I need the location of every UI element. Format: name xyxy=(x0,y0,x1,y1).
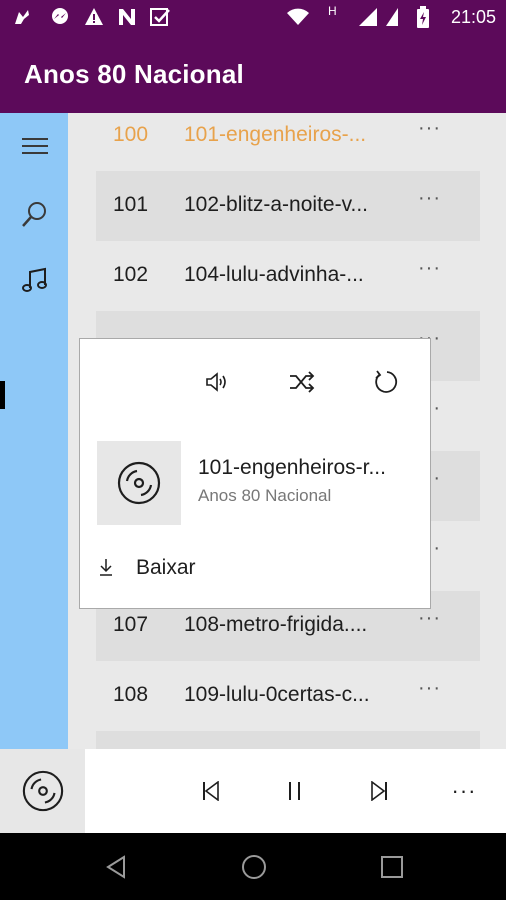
sidebar-item-music[interactable] xyxy=(14,260,56,302)
previous-icon xyxy=(203,781,219,801)
clock: 21:05 xyxy=(450,7,496,27)
track-number: 101 xyxy=(113,193,149,216)
track-row[interactable]: 109 110-guilherme-ch xyxy=(96,731,480,749)
status-bar: H 21:05 xyxy=(0,0,506,35)
track-name: 102-blitz-a-noite-v... xyxy=(184,193,369,216)
page-title: Anos 80 Nacional xyxy=(24,59,244,89)
track-name: 109-lulu-0certas-c... xyxy=(184,683,370,706)
shuffle-icon xyxy=(290,371,315,393)
track-name: 104-lulu-advinha-... xyxy=(184,263,364,286)
volume-icon xyxy=(206,372,226,392)
next-button[interactable] xyxy=(359,771,399,811)
sidebar-item-menu[interactable] xyxy=(14,125,56,167)
disc-icon xyxy=(22,770,63,812)
player-more-button[interactable]: ··· xyxy=(444,771,484,811)
shuffle-button[interactable] xyxy=(285,365,319,399)
track-more-button[interactable]: ··· xyxy=(418,257,441,280)
battery-charging-icon xyxy=(417,6,429,28)
repeat-button[interactable] xyxy=(369,365,403,399)
player-album-art[interactable] xyxy=(0,749,85,833)
track-row[interactable]: 108 109-lulu-0certas-c... ··· xyxy=(96,661,480,731)
track-number: 108 xyxy=(113,683,149,706)
track-row[interactable]: 102 104-lulu-advinha-... ··· xyxy=(96,241,480,311)
track-row[interactable]: 100 101-engenheiros-... ··· xyxy=(96,113,480,171)
check-app-icon xyxy=(150,8,170,26)
back-button[interactable] xyxy=(98,849,134,885)
recents-button[interactable] xyxy=(374,849,410,885)
selected-indicator xyxy=(0,381,5,409)
download-button[interactable]: Baixar xyxy=(136,556,196,580)
download-icon xyxy=(100,559,112,576)
sidebar xyxy=(0,113,68,749)
next-icon xyxy=(371,781,387,801)
messenger-icon xyxy=(52,8,68,24)
popup-track-title: 101-engenheiros-r... xyxy=(198,456,386,479)
pause-button[interactable] xyxy=(275,771,315,811)
n-app-icon xyxy=(119,9,135,25)
signal-icon-2 xyxy=(386,8,398,26)
back-icon xyxy=(106,855,125,879)
track-name: 101-engenheiros-... xyxy=(184,123,367,146)
wifi-icon xyxy=(287,8,309,25)
track-more-button[interactable]: ··· xyxy=(418,607,441,630)
track-number: 107 xyxy=(113,613,149,636)
sidebar-item-search[interactable] xyxy=(14,193,56,235)
music-note-icon xyxy=(22,267,47,292)
album-art xyxy=(97,441,181,525)
system-nav-bar xyxy=(0,833,506,900)
home-button[interactable] xyxy=(236,849,272,885)
track-number: 102 xyxy=(113,263,149,286)
previous-button[interactable] xyxy=(191,771,231,811)
signal-h-icon: H xyxy=(328,4,337,18)
popup-album-name: Anos 80 Nacional xyxy=(198,486,332,505)
player-bar: ··· xyxy=(0,749,506,833)
track-more-button[interactable]: ··· xyxy=(418,187,441,210)
menu-icon xyxy=(22,138,48,154)
track-row[interactable]: 101 102-blitz-a-noite-v... ··· xyxy=(96,171,480,241)
warning-icon xyxy=(85,8,103,25)
track-name: 108-metro-frigida.... xyxy=(184,613,368,636)
signal-icon xyxy=(359,8,377,26)
app-notification-icon xyxy=(15,10,29,24)
home-icon xyxy=(242,855,266,879)
volume-button[interactable] xyxy=(201,365,235,399)
recents-icon xyxy=(381,856,403,878)
search-icon xyxy=(22,202,46,227)
track-more-button[interactable]: ··· xyxy=(418,677,441,700)
repeat-icon xyxy=(375,370,398,393)
now-playing-popup: 101-engenheiros-r... Anos 80 Nacional Ba… xyxy=(79,338,431,609)
track-more-button[interactable]: ··· xyxy=(418,117,441,140)
disc-icon xyxy=(117,461,161,505)
track-number: 100 xyxy=(113,123,149,146)
app-bar: Anos 80 Nacional xyxy=(0,35,506,113)
pause-icon xyxy=(289,782,300,800)
